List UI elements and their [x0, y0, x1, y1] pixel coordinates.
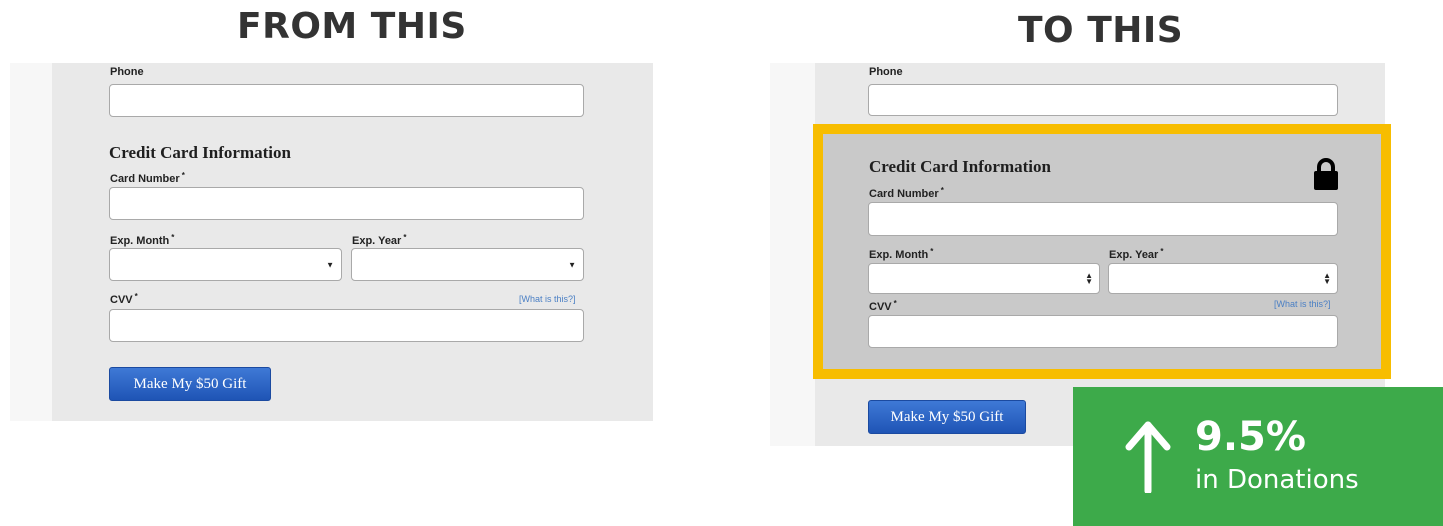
- exp-month-label: Exp. Month *: [869, 247, 934, 261]
- make-gift-button[interactable]: Make My $50 Gift: [868, 400, 1026, 434]
- make-gift-button[interactable]: Make My $50 Gift: [109, 367, 271, 401]
- lock-icon: [1314, 158, 1338, 190]
- credit-card-section-title: Credit Card Information: [109, 143, 291, 162]
- before-heading: FROM THIS: [237, 6, 467, 47]
- arrow-up-icon: [1125, 421, 1171, 493]
- credit-card-section-title: Credit Card Information: [869, 157, 1051, 176]
- phone-input[interactable]: [109, 84, 584, 117]
- card-number-input[interactable]: [109, 187, 584, 220]
- card-number-input[interactable]: [868, 202, 1338, 236]
- exp-year-select[interactable]: ▼: [351, 248, 584, 281]
- cvv-input[interactable]: [109, 309, 584, 342]
- exp-year-select[interactable]: ▲ ▼: [1108, 263, 1338, 294]
- donation-lift-badge: 9.5% in Donations: [1073, 387, 1443, 526]
- phone-label: Phone: [869, 66, 903, 78]
- exp-year-label: Exp. Year *: [1109, 247, 1164, 261]
- cvv-label: CVV *: [110, 292, 138, 306]
- donation-increase-value: 9.5%: [1195, 414, 1306, 460]
- exp-year-label: Exp. Year *: [352, 233, 407, 247]
- dropdown-arrow-icon: ▼: [326, 260, 334, 269]
- donation-increase-caption: in Donations: [1195, 465, 1359, 495]
- what-is-this-link[interactable]: [What is this?]: [519, 294, 576, 304]
- exp-month-label: Exp. Month *: [110, 233, 175, 247]
- phone-input[interactable]: [868, 84, 1338, 116]
- phone-label: Phone: [110, 66, 144, 78]
- dropdown-arrow-icon: ▼: [568, 260, 576, 269]
- card-number-label: Card Number *: [869, 186, 944, 200]
- card-number-label: Card Number *: [110, 171, 185, 185]
- cvv-label: CVV *: [869, 299, 897, 313]
- cvv-input[interactable]: [868, 315, 1338, 348]
- exp-month-select[interactable]: ▲ ▼: [868, 263, 1100, 294]
- select-arrows-icon: ▲ ▼: [1085, 270, 1093, 286]
- select-arrows-icon: ▲ ▼: [1323, 270, 1331, 286]
- exp-month-select[interactable]: ▼: [109, 248, 342, 281]
- what-is-this-link[interactable]: [What is this?]: [1274, 299, 1331, 309]
- after-heading: TO THIS: [1018, 10, 1184, 51]
